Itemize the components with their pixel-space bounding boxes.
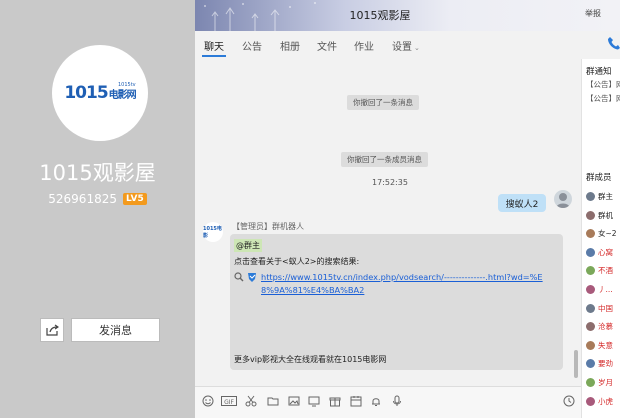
member-name: 女~2	[598, 229, 617, 239]
member-name: 群机	[598, 210, 613, 220]
mic-icon[interactable]	[391, 395, 403, 407]
member-avatar	[586, 303, 595, 313]
report-link[interactable]: 举报	[585, 8, 601, 19]
member-item[interactable]: 群主	[586, 191, 613, 202]
bot-avatar[interactable]: 1015电影	[203, 222, 223, 242]
level-badge: LV5	[122, 193, 147, 205]
user-avatar-icon	[556, 193, 570, 208]
bell-icon[interactable]	[370, 395, 382, 407]
send-message-button[interactable]: 发消息	[71, 318, 160, 342]
member-name: 失意	[598, 340, 613, 350]
my-avatar[interactable]	[554, 190, 572, 208]
history-clock-icon[interactable]	[563, 395, 575, 407]
group-id-row: 526961825 LV5	[0, 192, 195, 206]
member-item[interactable]: 心窝	[586, 247, 613, 258]
group-members-title: 群成员	[586, 173, 612, 183]
member-item[interactable]: 小虎	[586, 396, 613, 407]
member-name: 心窝	[598, 247, 613, 257]
member-avatar	[586, 192, 595, 201]
member-item[interactable]: 失意	[586, 340, 613, 351]
gif-icon[interactable]: GIF	[221, 395, 237, 407]
calendar-icon[interactable]	[350, 395, 362, 407]
bot-message-bubble[interactable]	[230, 234, 563, 370]
group-name: 1015观影屋	[39, 161, 156, 185]
member-item[interactable]: 女~2	[586, 228, 617, 239]
member-name: 沧慕	[598, 322, 613, 332]
member-name: 群主	[598, 192, 613, 201]
member-item[interactable]: 岁月	[586, 377, 613, 388]
tab-bar: 聊天 公告 相册 文件 作业 设置 ⌄	[195, 31, 620, 59]
gift-icon[interactable]	[329, 395, 341, 407]
tab-album[interactable]: 相册	[280, 38, 300, 53]
active-tab-indicator	[202, 55, 226, 57]
phone-icon[interactable]	[607, 36, 620, 50]
member-avatar	[586, 247, 595, 257]
tab-homework[interactable]: 作业	[354, 38, 374, 53]
tab-chat[interactable]: 聊天	[204, 38, 224, 53]
search-link-icon	[234, 272, 256, 282]
member-name: 岁月	[598, 378, 613, 387]
search-result-link[interactable]: https://www.1015tv.cn/index.php/vodsearc…	[261, 271, 551, 297]
member-item[interactable]: 不酒	[586, 265, 613, 276]
member-avatar	[586, 229, 595, 239]
member-avatar	[586, 396, 595, 406]
member-item[interactable]: 丿...	[586, 284, 613, 295]
member-name: 中国	[598, 303, 613, 313]
tab-files[interactable]: 文件	[317, 38, 337, 53]
bot-footer-text: 更多vip影视大全在线观看就在1015电影网	[234, 355, 387, 364]
mention-tag[interactable]: @群主	[234, 239, 262, 252]
member-name: 丿...	[598, 285, 613, 294]
chat-scrollbar[interactable]	[574, 350, 578, 378]
input-toolbar: GIF	[195, 386, 581, 418]
bot-sender-name: 【管理员】群机器人	[232, 222, 304, 231]
logo-sub-text: 1015tv	[118, 82, 136, 88]
member-avatar	[586, 359, 595, 369]
bot-message-line: 点击查看关于<蚁人2>的搜索结果:	[234, 257, 360, 266]
share-button[interactable]	[40, 318, 64, 342]
group-info-sidebar: 群通知 【公告】网 【公告】网 群成员 群主群机女~2 心窝不酒丿... 中国沧慕失…	[581, 59, 620, 418]
member-avatar	[586, 340, 595, 350]
member-avatar	[586, 322, 595, 332]
folder-icon[interactable]	[267, 395, 279, 407]
member-name: 小虎	[598, 396, 613, 406]
my-message-bubble[interactable]: 搜蚁人2	[498, 194, 546, 212]
member-item[interactable]: 沧慕	[586, 321, 613, 332]
member-item[interactable]: 要劲	[586, 358, 613, 369]
group-avatar[interactable]: 1015电影网	[52, 45, 148, 141]
chevron-down-icon: ⌄	[414, 44, 420, 52]
group-profile-panel: 1015电影网 1015tv 1015观影屋 526961825 LV5 发消息	[0, 0, 195, 418]
member-item[interactable]: 群机	[586, 210, 613, 221]
share-icon	[45, 324, 59, 336]
notice-item[interactable]: 【公告】网	[586, 79, 620, 90]
window-title: 1015观影屋	[349, 9, 411, 22]
message-timestamp: 17:52:35	[372, 178, 408, 187]
group-notice-title: 群通知	[586, 67, 612, 77]
member-name: 要劲	[598, 359, 613, 369]
emoji-icon[interactable]	[202, 395, 214, 407]
svg-text:GIF: GIF	[224, 399, 234, 406]
tab-settings[interactable]: 设置 ⌄	[392, 38, 420, 53]
member-item[interactable]: 中国	[586, 303, 613, 314]
member-name: 不酒	[598, 266, 613, 276]
image-icon[interactable]	[288, 395, 300, 407]
member-avatar	[586, 378, 595, 387]
chat-header: 1015观影屋 举报	[195, 0, 620, 31]
member-avatar	[586, 266, 595, 276]
member-avatar	[586, 210, 595, 220]
member-avatar	[586, 285, 595, 294]
system-message-recall-member: 你撤回了一条成员消息	[341, 152, 428, 167]
screen-icon[interactable]	[308, 395, 320, 407]
tab-announcement[interactable]: 公告	[242, 38, 262, 53]
system-message-recall: 你撤回了一条消息	[347, 95, 419, 110]
group-id: 526961825	[48, 192, 117, 206]
notice-item[interactable]: 【公告】网	[586, 93, 620, 104]
scissors-icon[interactable]	[245, 395, 257, 407]
